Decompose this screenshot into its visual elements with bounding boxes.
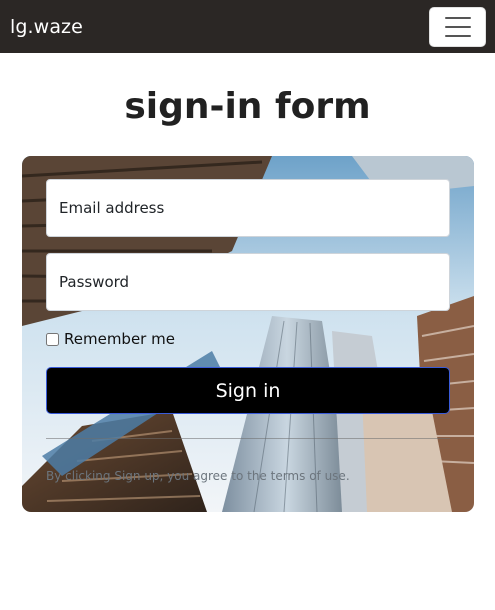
remember-me-checkbox-row[interactable]: Remember me (46, 330, 175, 348)
password-input[interactable] (46, 253, 450, 311)
sign-in-button[interactable]: Sign in (46, 367, 450, 414)
remember-me-checkbox[interactable] (46, 332, 59, 346)
navbar-toggler-button[interactable] (429, 6, 486, 47)
hamburger-menu-icon (444, 16, 471, 37)
terms-text: By clicking Sign up, you agree to the te… (46, 469, 350, 483)
page-title: sign-in form (124, 86, 371, 127)
signin-card: Remember me Sign in By clicking Sign up,… (22, 156, 474, 512)
email-input[interactable] (46, 179, 450, 237)
divider (46, 438, 450, 439)
navbar: lg.waze (0, 0, 495, 53)
remember-me-label: Remember me (64, 330, 175, 348)
brand-link[interactable]: lg.waze (10, 16, 83, 38)
